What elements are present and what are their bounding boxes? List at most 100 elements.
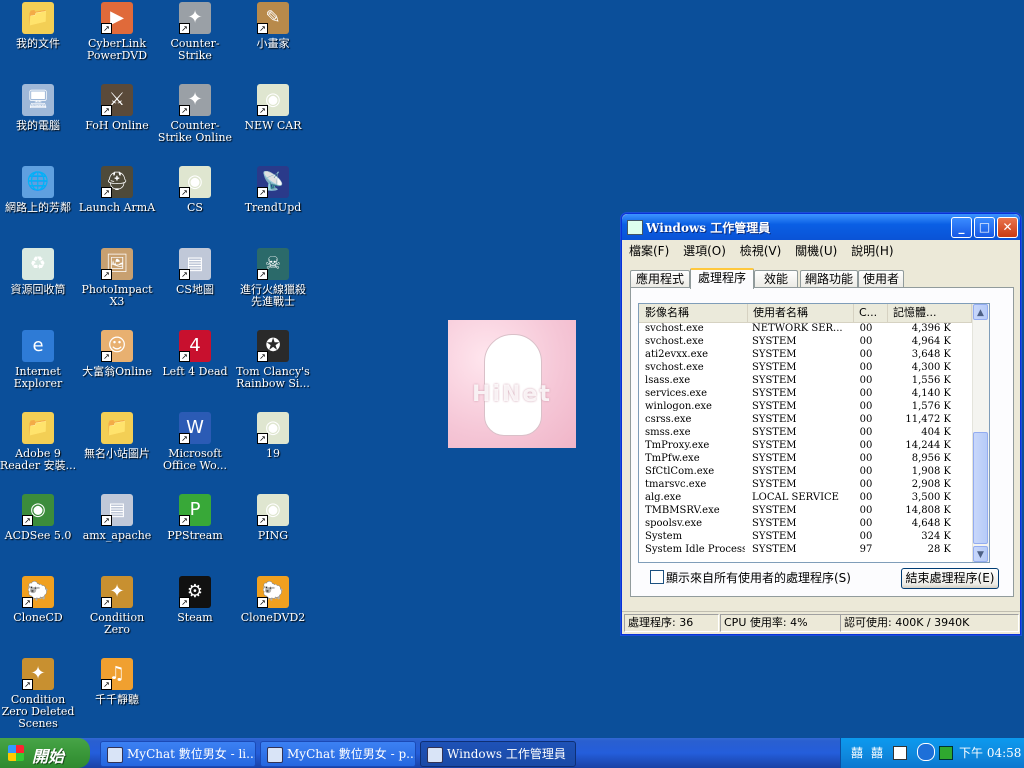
desktop-icon[interactable]: 🖥 我的電腦 xyxy=(0,84,78,132)
desktop-icon[interactable]: ⚙ ↗ Steam xyxy=(155,576,235,624)
desktop-icon[interactable]: 📁 無名小站圖片 xyxy=(77,412,157,460)
show-hidden-icons-icon[interactable] xyxy=(917,743,935,761)
column-cpu[interactable]: C... xyxy=(853,304,888,322)
process-list[interactable]: 影像名稱 使用者名稱 C... 記憶體... svchost.exe NETWOR… xyxy=(638,303,990,563)
icon-glyph: 🖥 xyxy=(26,89,50,110)
shortcut-arrow-icon: ↗ xyxy=(179,597,190,608)
desktop-icon[interactable]: ✦ ↗ Condition Zero xyxy=(77,576,157,636)
menu-help[interactable]: 說明(H) xyxy=(846,242,898,260)
desktop-icon[interactable]: e Internet Explorer xyxy=(0,330,78,390)
vertical-scrollbar[interactable]: ▲ ▼ xyxy=(972,304,989,562)
scroll-thumb[interactable] xyxy=(973,432,988,544)
column-image-name[interactable]: 影像名稱 xyxy=(639,304,748,322)
column-user-name[interactable]: 使用者名稱 xyxy=(747,304,854,322)
tab-performance[interactable]: 效能 xyxy=(754,270,798,287)
table-row[interactable]: svchost.exe SYSTEM 00 4,964 K xyxy=(639,335,972,348)
desktop-icon[interactable]: ✦ ↗ Counter-Strike xyxy=(155,2,235,62)
table-row[interactable]: TMBMSRV.exe SYSTEM 00 14,808 K xyxy=(639,504,972,517)
menu-view[interactable]: 檢視(V) xyxy=(735,242,787,260)
taskbar-button[interactable]: MyChat 數位男女 - p... xyxy=(260,741,416,767)
table-row[interactable]: TmPfw.exe SYSTEM 00 8,956 K xyxy=(639,452,972,465)
tab-networking[interactable]: 網路功能 xyxy=(800,270,858,287)
show-all-users-label[interactable]: 顯示來自所有使用者的處理程序(S) xyxy=(666,569,851,586)
desktop-icon[interactable]: ◉ ↗ CS xyxy=(155,166,235,214)
desktop-icon[interactable]: ⛑ ↗ Launch ArmA xyxy=(77,166,157,214)
table-row[interactable]: svchost.exe SYSTEM 00 4,300 K xyxy=(639,361,972,374)
desktop-icon[interactable]: 🐑 ↗ CloneCD xyxy=(0,576,78,624)
desktop-icon[interactable]: ◉ ↗ ACDSee 5.0 xyxy=(0,494,78,542)
table-row[interactable]: csrss.exe SYSTEM 00 11,472 K xyxy=(639,413,972,426)
menu-shutdown[interactable]: 關機(U) xyxy=(790,242,842,260)
windows-logo-icon xyxy=(8,745,24,761)
show-all-users-checkbox[interactable] xyxy=(650,570,664,584)
desktop-icon[interactable]: 🖼 ↗ PhotoImpact X3 xyxy=(77,248,157,308)
tab-processes[interactable]: 處理程序 xyxy=(690,268,754,289)
desktop-icon[interactable]: 📁 我的文件 xyxy=(0,2,78,50)
desktop-icon[interactable]: ▤ ↗ amx_apache xyxy=(77,494,157,542)
table-row[interactable]: System SYSTEM 00 324 K xyxy=(639,530,972,543)
table-row[interactable]: winlogon.exe SYSTEM 00 1,576 K xyxy=(639,400,972,413)
menu-options[interactable]: 選項(O) xyxy=(678,242,731,260)
title-bar[interactable]: Windows 工作管理員 _ □ ✕ xyxy=(622,214,1020,240)
end-process-button[interactable]: 結束處理程序(E) xyxy=(901,568,999,589)
column-memory[interactable]: 記憶體... xyxy=(887,304,972,322)
taskbar-button[interactable]: Windows 工作管理員 xyxy=(420,741,576,767)
task-manager-icon xyxy=(627,220,643,235)
desktop-icon[interactable]: 📡 ↗ TrendUpd xyxy=(233,166,313,214)
desktop-icon[interactable]: ☠ ↗ 進行火線獵殺 先進戰士 xyxy=(233,248,313,308)
task-manager-tray-icon[interactable] xyxy=(939,746,953,760)
clock[interactable]: 下午 04:58 xyxy=(959,745,1021,761)
ime-indicator-2[interactable]: 囍 xyxy=(871,745,883,761)
table-row[interactable]: lsass.exe SYSTEM 00 1,556 K xyxy=(639,374,972,387)
table-row[interactable]: alg.exe LOCAL SERVICE 00 3,500 K xyxy=(639,491,972,504)
desktop-icon[interactable]: ♫ ↗ 千千靜聽 xyxy=(77,658,157,706)
icon-glyph: 📁 xyxy=(26,7,50,28)
system-tray: 囍 囍 下午 04:58 xyxy=(840,738,1024,768)
acdsee-eye-icon: ◉ ↗ xyxy=(179,166,211,198)
desktop-icon-label: 無名小站圖片 xyxy=(84,447,150,460)
desktop-icon[interactable]: 🌐 網路上的芳鄰 xyxy=(0,166,78,214)
table-row[interactable]: tmarsvc.exe SYSTEM 00 2,908 K xyxy=(639,478,972,491)
desktop-icon[interactable]: ☺ ↗ 大富翁Online xyxy=(77,330,157,378)
table-row[interactable]: SfCtlCom.exe SYSTEM 00 1,908 K xyxy=(639,465,972,478)
desktop-icon[interactable]: 4 ↗ Left 4 Dead xyxy=(155,330,235,378)
desktop-icon[interactable]: ✦ ↗ Condition Zero Deleted Scenes xyxy=(0,658,78,730)
desktop-icon[interactable]: ◉ ↗ NEW CAR xyxy=(233,84,313,132)
task-manager-window[interactable]: Windows 工作管理員 _ □ ✕ 檔案(F) 選項(O) 檢視(V) 關機… xyxy=(621,213,1021,635)
taskbar-button[interactable]: MyChat 數位男女 - li... xyxy=(100,741,256,767)
memory-cell: 2,908 K xyxy=(911,479,951,490)
ime-indicator-1[interactable]: 囍 xyxy=(851,745,863,761)
desktop-icon[interactable]: 🐑 ↗ CloneDVD2 xyxy=(233,576,313,624)
maximize-button[interactable]: □ xyxy=(974,217,995,238)
desktop-icon[interactable]: P ↗ PPStream xyxy=(155,494,235,542)
table-row[interactable]: TmProxy.exe SYSTEM 00 14,244 K xyxy=(639,439,972,452)
soft-keyboard-icon[interactable] xyxy=(893,746,907,760)
scroll-down-arrow-icon[interactable]: ▼ xyxy=(973,546,988,562)
desktop-icon[interactable]: ▶ ↗ CyberLink PowerDVD xyxy=(77,2,157,62)
scroll-up-arrow-icon[interactable]: ▲ xyxy=(973,304,988,320)
start-button[interactable]: 開始 xyxy=(0,738,90,768)
desktop-icon[interactable]: ⚔ ↗ FoH Online xyxy=(77,84,157,132)
desktop-icon[interactable]: W ↗ Microsoft Office Wo... xyxy=(155,412,235,472)
tab-applications[interactable]: 應用程式 xyxy=(630,270,690,287)
desktop-icon[interactable]: 📁 Adobe 9 Reader 安裝... xyxy=(0,412,78,472)
desktop-icon[interactable]: ♻ 資源回收筒 xyxy=(0,248,78,296)
desktop-icon[interactable]: ◉ ↗ PING xyxy=(233,494,313,542)
minimize-button[interactable]: _ xyxy=(951,217,972,238)
desktop-icon[interactable]: ▤ ↗ CS地圖 xyxy=(155,248,235,296)
table-row[interactable]: svchost.exe NETWORK SER... 00 4,396 K xyxy=(639,322,972,335)
menu-file[interactable]: 檔案(F) xyxy=(624,242,674,260)
close-button[interactable]: ✕ xyxy=(997,217,1018,238)
process-list-header: 影像名稱 使用者名稱 C... 記憶體... xyxy=(639,304,972,323)
tab-users[interactable]: 使用者 xyxy=(858,270,904,287)
table-row[interactable]: spoolsv.exe SYSTEM 00 4,648 K xyxy=(639,517,972,530)
desktop-icon[interactable]: ◉ ↗ 19 xyxy=(233,412,313,460)
table-row[interactable]: smss.exe SYSTEM 00 404 K xyxy=(639,426,972,439)
desktop-icon[interactable]: ✎ ↗ 小畫家 xyxy=(233,2,313,50)
desktop-icon[interactable]: ✪ ↗ Tom Clancy's Rainbow Si... xyxy=(233,330,313,390)
memory-cell: 4,648 K xyxy=(911,518,951,529)
table-row[interactable]: System Idle Process SYSTEM 97 28 K xyxy=(639,543,972,556)
table-row[interactable]: ati2evxx.exe SYSTEM 00 3,648 K xyxy=(639,348,972,361)
desktop-icon[interactable]: ✦ ↗ Counter-Strike Online xyxy=(155,84,235,144)
table-row[interactable]: services.exe SYSTEM 00 4,140 K xyxy=(639,387,972,400)
